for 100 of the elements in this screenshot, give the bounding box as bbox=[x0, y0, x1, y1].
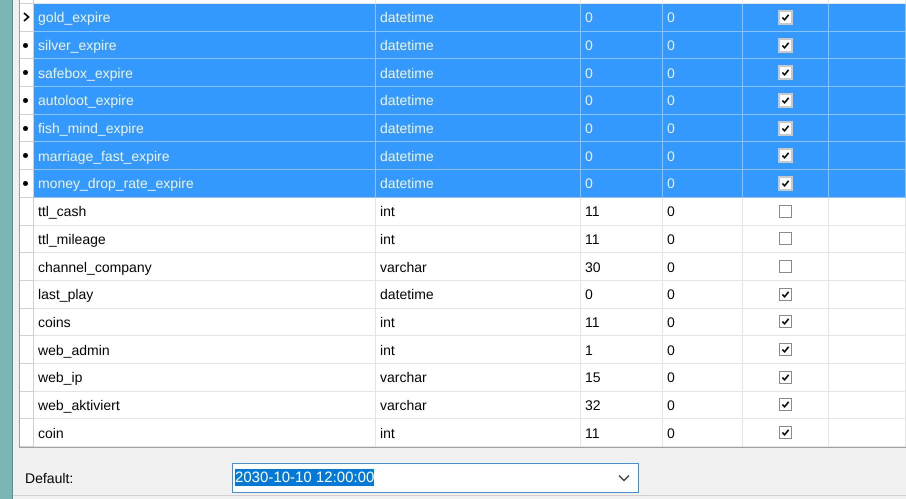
field-length: 30 bbox=[585, 258, 601, 275]
not-null-checkbox[interactable] bbox=[779, 288, 792, 301]
field-decimals: 0 bbox=[667, 120, 675, 136]
field-length: 11 bbox=[585, 424, 600, 441]
checkmark-icon bbox=[781, 68, 790, 78]
checkmark-icon bbox=[781, 290, 790, 299]
checkmark-icon bbox=[781, 96, 790, 105]
not-null-checkbox[interactable] bbox=[778, 92, 793, 108]
field-row[interactable]: web_aktiviert varchar 32 0 bbox=[20, 392, 906, 420]
not-null-checkbox[interactable] bbox=[778, 120, 793, 136]
field-decimals: 0 bbox=[667, 396, 675, 413]
field-name: coins bbox=[38, 314, 71, 330]
checkmark-icon bbox=[781, 317, 790, 326]
field-decimals: 0 bbox=[667, 230, 675, 247]
field-decimals: 0 bbox=[667, 9, 675, 26]
field-name: web_admin bbox=[38, 342, 110, 358]
field-name: marriage_fast_expire bbox=[38, 148, 170, 164]
field-decimals: 0 bbox=[667, 286, 675, 302]
field-row[interactable]: coin int 11 0 bbox=[20, 419, 906, 447]
field-row[interactable]: web_admin int 1 0 bbox=[20, 336, 906, 364]
field-type: int bbox=[380, 424, 395, 441]
field-length: 15 bbox=[585, 369, 601, 386]
field-row[interactable]: ttl_mileage int 11 0 bbox=[20, 226, 906, 254]
selected-dot-icon bbox=[23, 42, 28, 48]
field-type: int bbox=[380, 342, 395, 358]
not-null-checkbox[interactable] bbox=[779, 370, 792, 384]
field-decimals: 0 bbox=[667, 37, 675, 54]
field-decimals: 0 bbox=[667, 342, 675, 358]
field-name: gold_expire bbox=[38, 9, 110, 26]
field-type: datetime bbox=[380, 175, 434, 192]
field-type: datetime bbox=[380, 286, 434, 302]
checkmark-icon bbox=[781, 400, 790, 410]
field-length: 1 bbox=[585, 342, 593, 358]
field-name: coin bbox=[38, 424, 64, 441]
field-length: 11 bbox=[585, 230, 600, 247]
field-name: silver_expire bbox=[38, 37, 117, 54]
field-type: datetime bbox=[380, 120, 434, 136]
not-null-checkbox[interactable] bbox=[779, 260, 792, 274]
field-row[interactable]: channel_company varchar 30 0 bbox=[20, 253, 906, 281]
checkmark-icon bbox=[781, 40, 790, 50]
not-null-checkbox[interactable] bbox=[779, 204, 792, 218]
field-decimals: 0 bbox=[667, 64, 675, 81]
not-null-checkbox[interactable] bbox=[778, 10, 793, 25]
not-null-checkbox[interactable] bbox=[779, 426, 792, 440]
field-decimals: 0 bbox=[667, 203, 675, 220]
field-decimals: 0 bbox=[667, 175, 675, 192]
field-type: datetime bbox=[380, 37, 434, 54]
field-type: datetime bbox=[380, 148, 434, 164]
field-name: ttl_mileage bbox=[38, 230, 106, 247]
checkmark-icon bbox=[781, 345, 790, 354]
field-type: varchar bbox=[380, 258, 427, 275]
not-null-checkbox[interactable] bbox=[779, 315, 792, 328]
field-row[interactable]: web_ip varchar 15 0 bbox=[20, 364, 906, 392]
default-combobox[interactable]: 2030-10-10 12:00:00 bbox=[232, 462, 639, 492]
field-name: last_play bbox=[38, 286, 94, 302]
field-length: 0 bbox=[585, 9, 593, 26]
field-length: 0 bbox=[585, 175, 593, 192]
field-name: fish_mind_expire bbox=[38, 120, 144, 136]
field-type: varchar bbox=[380, 396, 427, 413]
field-decimals: 0 bbox=[667, 148, 675, 164]
field-decimals: 0 bbox=[667, 369, 675, 386]
field-row[interactable]: last_play datetime 0 0 bbox=[20, 280, 906, 309]
caret-icon bbox=[618, 474, 630, 482]
field-name: web_aktiviert bbox=[38, 396, 120, 413]
checkmark-icon bbox=[781, 178, 790, 188]
checkmark-icon bbox=[781, 428, 790, 438]
selected-dot-icon bbox=[23, 153, 28, 158]
field-length: 0 bbox=[585, 120, 593, 136]
field-type: datetime bbox=[380, 92, 434, 108]
not-null-checkbox[interactable] bbox=[778, 38, 793, 53]
not-null-checkbox[interactable] bbox=[778, 176, 793, 191]
field-decimals: 0 bbox=[667, 92, 675, 108]
field-row[interactable]: ttl_cash int 11 0 bbox=[20, 198, 906, 226]
field-length: 0 bbox=[585, 286, 593, 302]
field-name: channel_company bbox=[38, 258, 152, 275]
field-length: 0 bbox=[585, 37, 593, 54]
not-null-checkbox[interactable] bbox=[779, 398, 792, 412]
not-null-checkbox[interactable] bbox=[778, 65, 793, 80]
selected-dot-icon bbox=[23, 70, 28, 76]
field-length: 11 bbox=[585, 314, 600, 330]
field-type: varchar bbox=[380, 369, 427, 386]
field-length: 11 bbox=[585, 203, 600, 220]
field-type: int bbox=[380, 314, 395, 330]
selected-dot-icon bbox=[23, 98, 28, 103]
field-name: ttl_cash bbox=[38, 203, 86, 220]
field-decimals: 0 bbox=[667, 258, 675, 275]
not-null-checkbox[interactable] bbox=[779, 232, 792, 246]
selected-dot-icon bbox=[23, 126, 28, 131]
field-row[interactable]: coins int 11 0 bbox=[20, 308, 906, 336]
field-name: web_ip bbox=[38, 369, 82, 386]
checkmark-icon bbox=[781, 151, 790, 160]
checkmark-icon bbox=[781, 124, 790, 133]
field-name: safebox_expire bbox=[38, 64, 133, 81]
field-type: datetime bbox=[380, 9, 434, 26]
field-length: 32 bbox=[585, 396, 601, 413]
field-type: int bbox=[380, 203, 395, 220]
not-null-checkbox[interactable] bbox=[779, 343, 792, 356]
checkmark-icon bbox=[781, 12, 790, 22]
not-null-checkbox[interactable] bbox=[778, 148, 793, 164]
checkmark-icon bbox=[781, 372, 790, 382]
